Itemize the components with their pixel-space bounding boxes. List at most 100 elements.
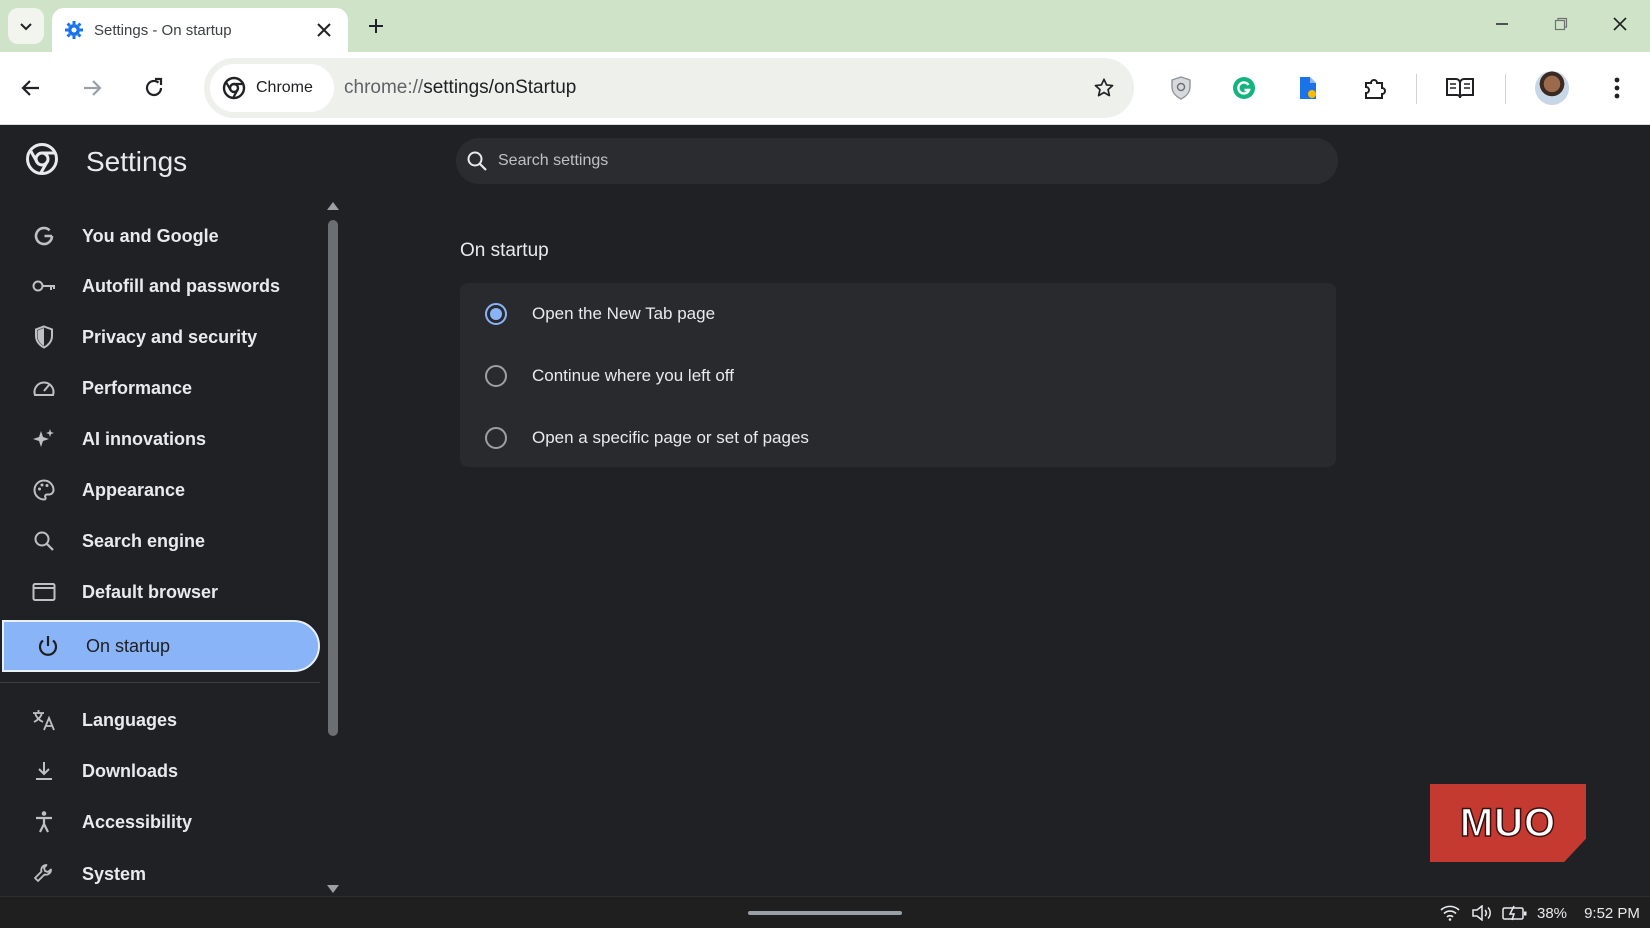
chrome-menu-button[interactable]: [1598, 69, 1636, 107]
radio-button-checked[interactable]: [485, 303, 507, 325]
shield-extension-icon: [1171, 76, 1191, 100]
file-extension-button[interactable]: [1289, 69, 1327, 107]
forward-button[interactable]: [73, 69, 111, 107]
sidebar-item-accessibility[interactable]: Accessibility: [0, 796, 322, 848]
clock-text: 9:52 PM: [1584, 904, 1640, 922]
sidebar-item-label: Default browser: [82, 581, 219, 602]
settings-title: Settings: [86, 146, 188, 177]
reload-button[interactable]: [135, 69, 173, 107]
restore-button[interactable]: [1541, 6, 1581, 42]
close-window-button[interactable]: [1600, 6, 1640, 42]
watermark-text: MUO: [1459, 800, 1557, 846]
more-vertical-icon: [1614, 77, 1620, 99]
restore-icon: [1554, 17, 1568, 31]
bookmark-button[interactable]: [1088, 72, 1120, 104]
back-button[interactable]: [12, 69, 50, 107]
chrome-logo-icon: [222, 76, 246, 100]
tab-title: Settings - On startup: [94, 21, 232, 39]
gear-icon: [64, 20, 84, 40]
profile-avatar[interactable]: [1535, 71, 1569, 105]
google-g-icon: [30, 222, 58, 250]
sidebar-item-label: You and Google: [82, 225, 219, 246]
section-title: On startup: [460, 240, 549, 261]
key-icon: [30, 272, 58, 300]
star-icon: [1094, 78, 1114, 97]
battery-percentage: 38%: [1532, 903, 1572, 923]
tab-strip: Settings - On startup: [0, 0, 1650, 52]
sidebar-item-performance[interactable]: Performance: [0, 362, 322, 414]
browser-window-icon: [30, 578, 58, 606]
address-bar[interactable]: Chrome chrome://settings/onStartup: [204, 58, 1134, 118]
grammarly-icon: [1233, 77, 1255, 99]
tab-search-button[interactable]: [8, 8, 44, 44]
search-icon: [30, 527, 58, 555]
url-text[interactable]: chrome://settings/onStartup: [344, 58, 576, 118]
scroll-down-arrow-icon[interactable]: [327, 885, 339, 893]
tab-close-button[interactable]: [310, 16, 338, 44]
sidebar-item-default-browser[interactable]: Default browser: [0, 566, 322, 618]
sidebar-item-you-and-google[interactable]: You and Google: [0, 210, 322, 262]
sidebar-item-label: System: [82, 863, 147, 884]
scrollbar-thumb[interactable]: [328, 220, 338, 736]
clock[interactable]: 9:52 PM: [1580, 903, 1644, 923]
radio-label: Open a specific page or set of pages: [532, 428, 809, 447]
sidebar-item-label: Autofill and passwords: [82, 275, 281, 296]
sidebar-item-search-engine[interactable]: Search engine: [0, 515, 322, 567]
search-settings-input[interactable]: Search settings: [456, 138, 1338, 184]
muo-watermark-logo: MUO: [1430, 784, 1586, 862]
os-taskbar: 38% 9:52 PM: [0, 896, 1650, 928]
sidebar-item-privacy[interactable]: Privacy and security: [0, 311, 322, 363]
sidebar-item-label: Languages: [82, 709, 178, 730]
minimize-button[interactable]: [1482, 6, 1522, 42]
scroll-up-arrow-icon[interactable]: [327, 202, 339, 210]
startup-option-continue[interactable]: Continue where you left off: [460, 345, 1336, 407]
wifi-icon[interactable]: [1438, 903, 1462, 923]
close-icon: [317, 23, 331, 37]
extensions-button[interactable]: [1356, 69, 1394, 107]
browser-toolbar: Chrome chrome://settings/onStartup: [0, 52, 1650, 125]
site-chip-label: Chrome: [256, 79, 313, 96]
minimize-icon: [1496, 23, 1508, 25]
chrome-logo-icon: [26, 143, 58, 175]
radio-button[interactable]: [485, 427, 507, 449]
startup-options-card: Open the New Tab page Continue where you…: [460, 283, 1336, 467]
home-indicator[interactable]: [748, 911, 902, 915]
sidebar-item-on-startup[interactable]: On startup: [2, 620, 320, 672]
sidebar-item-appearance[interactable]: Appearance: [0, 464, 322, 516]
search-icon: [467, 151, 487, 171]
sidebar-item-label: Appearance: [82, 479, 186, 500]
plus-icon: [369, 19, 383, 33]
close-icon: [1613, 17, 1627, 31]
sidebar-item-label: On startup: [86, 635, 171, 656]
reading-mode-button[interactable]: [1441, 69, 1479, 107]
sidebar-scrollbar[interactable]: [324, 200, 342, 896]
accessibility-icon: [30, 808, 58, 836]
sidebar-item-system[interactable]: System: [0, 848, 322, 896]
toolbar-separator: [1505, 74, 1506, 104]
sidebar-item-label: AI innovations: [82, 428, 207, 449]
extension-shield-button[interactable]: [1162, 69, 1200, 107]
wrench-icon: [30, 860, 58, 888]
battery-charging-icon[interactable]: [1502, 903, 1528, 923]
site-info-chip[interactable]: Chrome: [210, 64, 334, 112]
radio-label: Open the New Tab page: [532, 304, 716, 323]
arrow-left-icon: [21, 80, 39, 96]
sidebar-item-autofill[interactable]: Autofill and passwords: [0, 260, 322, 312]
sidebar-item-languages[interactable]: Languages: [0, 694, 322, 746]
sidebar-item-label: Downloads: [82, 760, 179, 781]
download-icon: [30, 757, 58, 785]
shield-icon: [30, 323, 58, 351]
sidebar-item-ai-innovations[interactable]: AI innovations: [0, 413, 322, 465]
grammarly-extension-button[interactable]: [1225, 69, 1263, 107]
startup-option-specific-pages[interactable]: Open a specific page or set of pages: [460, 407, 1336, 469]
speedometer-icon: [30, 374, 58, 402]
new-tab-button[interactable]: [360, 10, 392, 42]
power-icon: [34, 632, 62, 660]
toolbar-separator: [1416, 74, 1417, 104]
sidebar-item-downloads[interactable]: Downloads: [0, 745, 322, 797]
url-scheme: chrome://: [344, 77, 424, 98]
startup-option-new-tab[interactable]: Open the New Tab page: [460, 283, 1336, 345]
volume-icon[interactable]: [1470, 903, 1494, 923]
radio-button[interactable]: [485, 365, 507, 387]
active-tab[interactable]: Settings - On startup: [52, 8, 348, 52]
